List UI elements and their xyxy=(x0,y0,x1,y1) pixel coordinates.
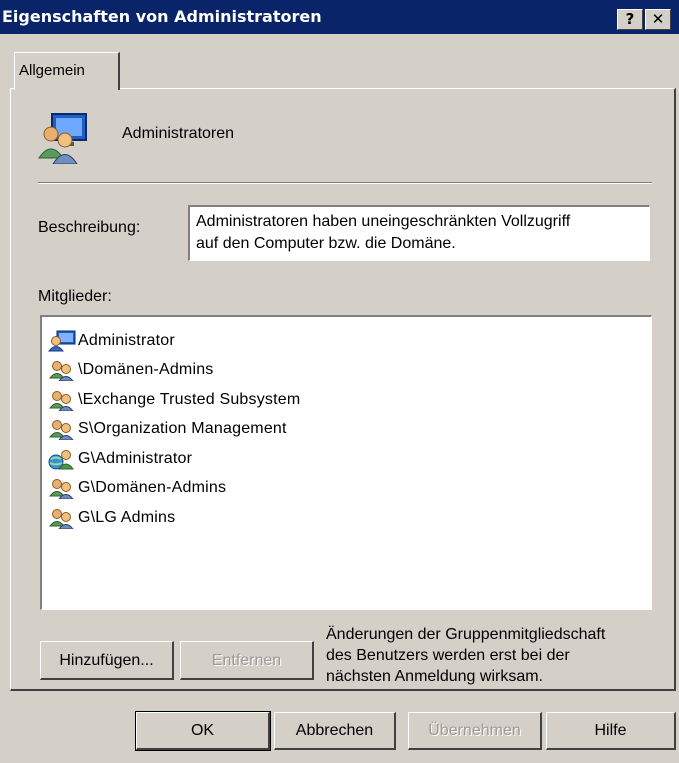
member-name: \Exchange Trusted Subsystem xyxy=(78,390,301,408)
close-button[interactable]: ✕ xyxy=(645,9,671,30)
member-name: G\Domänen-Admins xyxy=(78,479,227,497)
group-icon xyxy=(48,508,74,529)
note-line: nächsten Anmeldung wirksam. xyxy=(326,668,543,685)
description-label: Beschreibung: xyxy=(38,219,141,236)
member-name: S\Organization Management xyxy=(78,420,287,438)
description-field[interactable]: Administratoren haben uneingeschränkten … xyxy=(188,205,650,261)
cancel-button[interactable]: Abbrechen xyxy=(274,712,396,750)
description-line: Administratoren haben uneingeschränkten … xyxy=(196,213,571,230)
tab-allgemein[interactable]: Allgemein xyxy=(14,52,120,90)
members-label: Mitglieder: xyxy=(38,288,112,305)
apply-button[interactable]: Übernehmen xyxy=(408,712,542,750)
member-name: \Domänen-Admins xyxy=(78,361,214,379)
description-line: auf den Computer bzw. die Domäne. xyxy=(196,235,456,252)
members-list[interactable]: Administrator \Domänen-Admins \Exchange … xyxy=(40,315,652,610)
list-item[interactable]: G\LG Admins xyxy=(48,503,651,533)
group-icon xyxy=(48,420,74,441)
member-name: G\Administrator xyxy=(78,449,193,467)
ok-button[interactable]: OK xyxy=(135,711,271,751)
help-dialog-button[interactable]: Hilfe xyxy=(546,712,676,750)
member-name: G\LG Admins xyxy=(78,508,176,526)
list-item[interactable]: G\Domänen-Admins xyxy=(48,474,651,504)
window-title: Eigenschaften von Administratoren xyxy=(2,7,322,26)
remove-button[interactable]: Entfernen xyxy=(180,641,314,680)
note-line: des Benutzers werden erst bei der xyxy=(326,647,570,664)
domain-user-icon xyxy=(48,449,74,470)
group-icon xyxy=(48,390,74,411)
membership-note: Änderungen der Gruppenmitgliedschaft des… xyxy=(326,624,656,687)
group-icon xyxy=(48,361,74,382)
separator xyxy=(38,182,652,184)
list-item[interactable]: G\Administrator xyxy=(48,444,651,474)
group-icon xyxy=(38,113,87,164)
list-item[interactable]: \Domänen-Admins xyxy=(48,356,651,386)
member-name: Administrator xyxy=(78,331,175,349)
group-name: Administratoren xyxy=(122,125,235,142)
list-item[interactable]: \Exchange Trusted Subsystem xyxy=(48,385,651,415)
user-icon xyxy=(48,330,76,352)
group-icon xyxy=(48,479,74,500)
note-line: Änderungen der Gruppenmitgliedschaft xyxy=(326,626,606,643)
add-button[interactable]: Hinzufügen... xyxy=(40,641,174,680)
list-item[interactable]: S\Organization Management xyxy=(48,415,651,445)
tab-label: Allgemein xyxy=(19,62,85,79)
title-bar[interactable]: Eigenschaften von Administratoren ? ✕ xyxy=(0,0,679,34)
help-button[interactable]: ? xyxy=(617,9,643,30)
list-item[interactable]: Administrator xyxy=(48,326,651,356)
